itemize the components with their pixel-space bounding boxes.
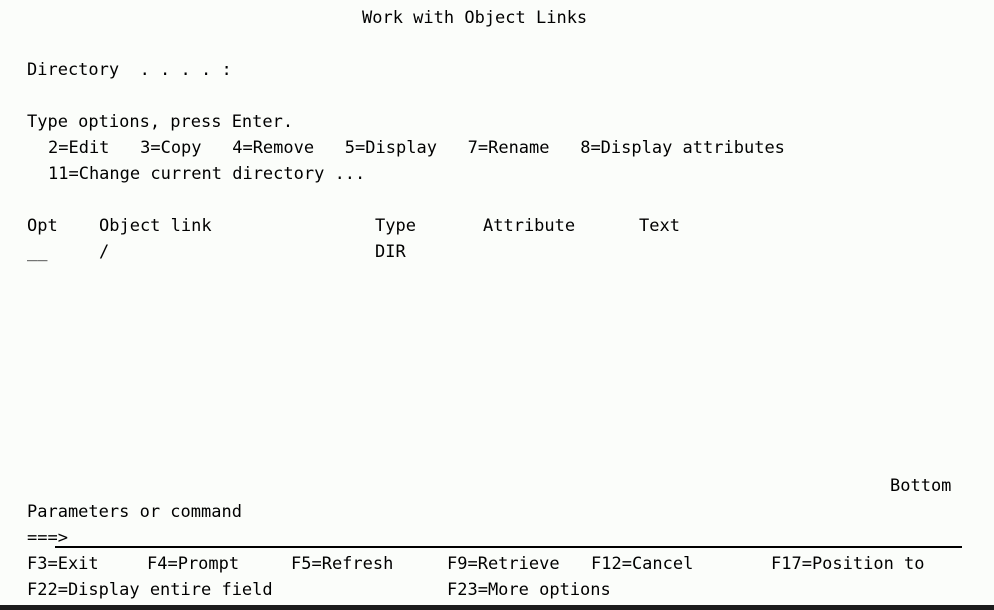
row-object-link[interactable]: / (99, 239, 109, 265)
row-type: DIR (375, 242, 406, 262)
column-header-opt: Opt (27, 216, 58, 236)
row-opt-input[interactable]: __ (27, 239, 47, 265)
directory-label: Directory . . . . : (27, 60, 232, 80)
function-key-f5[interactable]: F5=Refresh (291, 551, 393, 577)
column-header-type: Type (375, 216, 416, 236)
terminal-screen: Work with Object Links Directory . . . .… (0, 0, 994, 610)
option-list-line-2: 11=Change current directory ... (48, 164, 366, 184)
function-key-f9[interactable]: F9=Retrieve (447, 551, 560, 577)
function-key-f3[interactable]: F3=Exit (27, 551, 99, 577)
command-input-underline[interactable] (55, 546, 962, 548)
list-empty-area (27, 265, 962, 473)
function-key-f17[interactable]: F17=Position to (771, 551, 925, 577)
column-header-object-link: Object link (99, 216, 212, 236)
column-header-text: Text (639, 216, 680, 236)
list-more-indicator: Bottom (890, 476, 952, 496)
option-list-line-1: 2=Edit 3=Copy 4=Remove 5=Display 7=Renam… (48, 138, 785, 158)
function-key-f23[interactable]: F23=More options (447, 577, 611, 603)
function-key-f4[interactable]: F4=Prompt (147, 551, 239, 577)
page-title: Work with Object Links (362, 8, 588, 28)
function-key-f22[interactable]: F22=Display entire field (27, 577, 273, 603)
screen-bottom-edge (0, 605, 994, 610)
function-key-f12[interactable]: F12=Cancel (591, 551, 693, 577)
command-label: Parameters or command (27, 502, 242, 522)
instruction-prompt: Type options, press Enter. (27, 112, 294, 132)
column-header-attribute: Attribute (483, 216, 576, 236)
